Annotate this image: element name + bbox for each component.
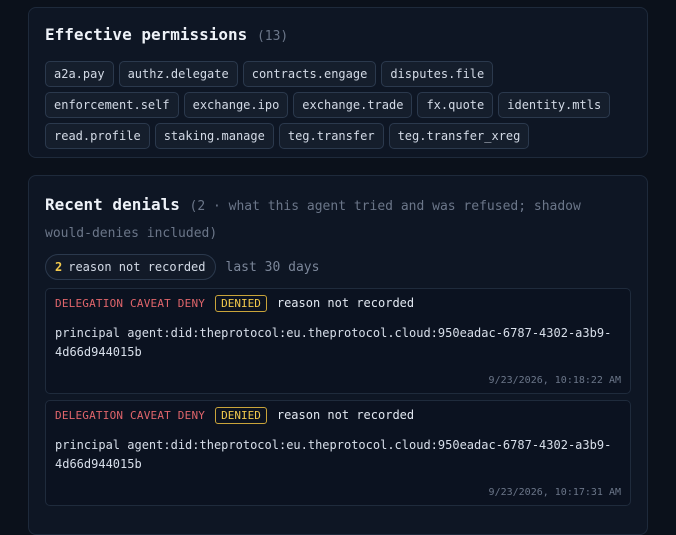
permissions-title: Effective permissions <box>45 25 248 44</box>
permission-chip: contracts.engage <box>242 61 377 87</box>
permission-chip: teg.transfer <box>278 123 384 149</box>
denial-kind: DELEGATION CAVEAT DENY <box>55 296 206 310</box>
permission-chip-list: a2a.pay authz.delegate contracts.engage … <box>45 61 631 149</box>
permission-chip: enforcement.self <box>45 92 179 118</box>
time-range-label: last 30 days <box>225 259 320 275</box>
denial-reason: reason not recorded <box>276 408 415 422</box>
permission-chip: a2a.pay <box>45 61 114 87</box>
reason-filter-pill[interactable]: 2 reason not recorded <box>45 254 216 280</box>
denial-entry[interactable]: DELEGATION CAVEAT DENY DENIED reason not… <box>45 400 631 506</box>
denials-title: Recent denials <box>45 195 180 214</box>
denial-kind: DELEGATION CAVEAT DENY <box>55 408 206 422</box>
denial-entry[interactable]: DELEGATION CAVEAT DENY DENIED reason not… <box>45 288 631 394</box>
denied-badge: DENIED <box>215 294 267 312</box>
permission-chip: staking.manage <box>154 123 274 149</box>
denial-timestamp: 9/23/2026, 10:18:22 AM <box>488 375 621 386</box>
recent-denials-card: Recent denials (2 · what this agent trie… <box>28 175 648 535</box>
denial-detail: principal agent:did:theprotocol:eu.thepr… <box>55 326 612 359</box>
reason-filter-count: 2 <box>55 260 63 274</box>
denials-filter-row: 2 reason not recorded last 30 days <box>45 254 631 280</box>
denials-heading: Recent denials (2 · what this agent trie… <box>45 192 605 246</box>
permission-chip: fx.quote <box>417 92 494 118</box>
permission-chip: exchange.ipo <box>183 92 289 118</box>
denial-reason: reason not recorded <box>276 296 415 310</box>
denial-detail: principal agent:did:theprotocol:eu.thepr… <box>55 438 612 471</box>
permission-chip: read.profile <box>45 123 150 149</box>
permission-chip: identity.mtls <box>498 92 611 118</box>
effective-permissions-card: Effective permissions (13) a2a.pay authz… <box>28 7 648 158</box>
permission-chip: exchange.trade <box>293 92 413 118</box>
permission-chip: disputes.file <box>381 61 494 87</box>
permission-chip: authz.delegate <box>118 61 238 87</box>
permission-chip: teg.transfer_xreg <box>388 123 530 149</box>
denial-timestamp: 9/23/2026, 10:17:31 AM <box>488 487 621 498</box>
permissions-count: (13) <box>256 29 289 44</box>
permissions-heading: Effective permissions (13) <box>45 24 631 48</box>
denied-badge: DENIED <box>215 406 267 424</box>
reason-filter-label: reason not recorded <box>68 260 206 274</box>
